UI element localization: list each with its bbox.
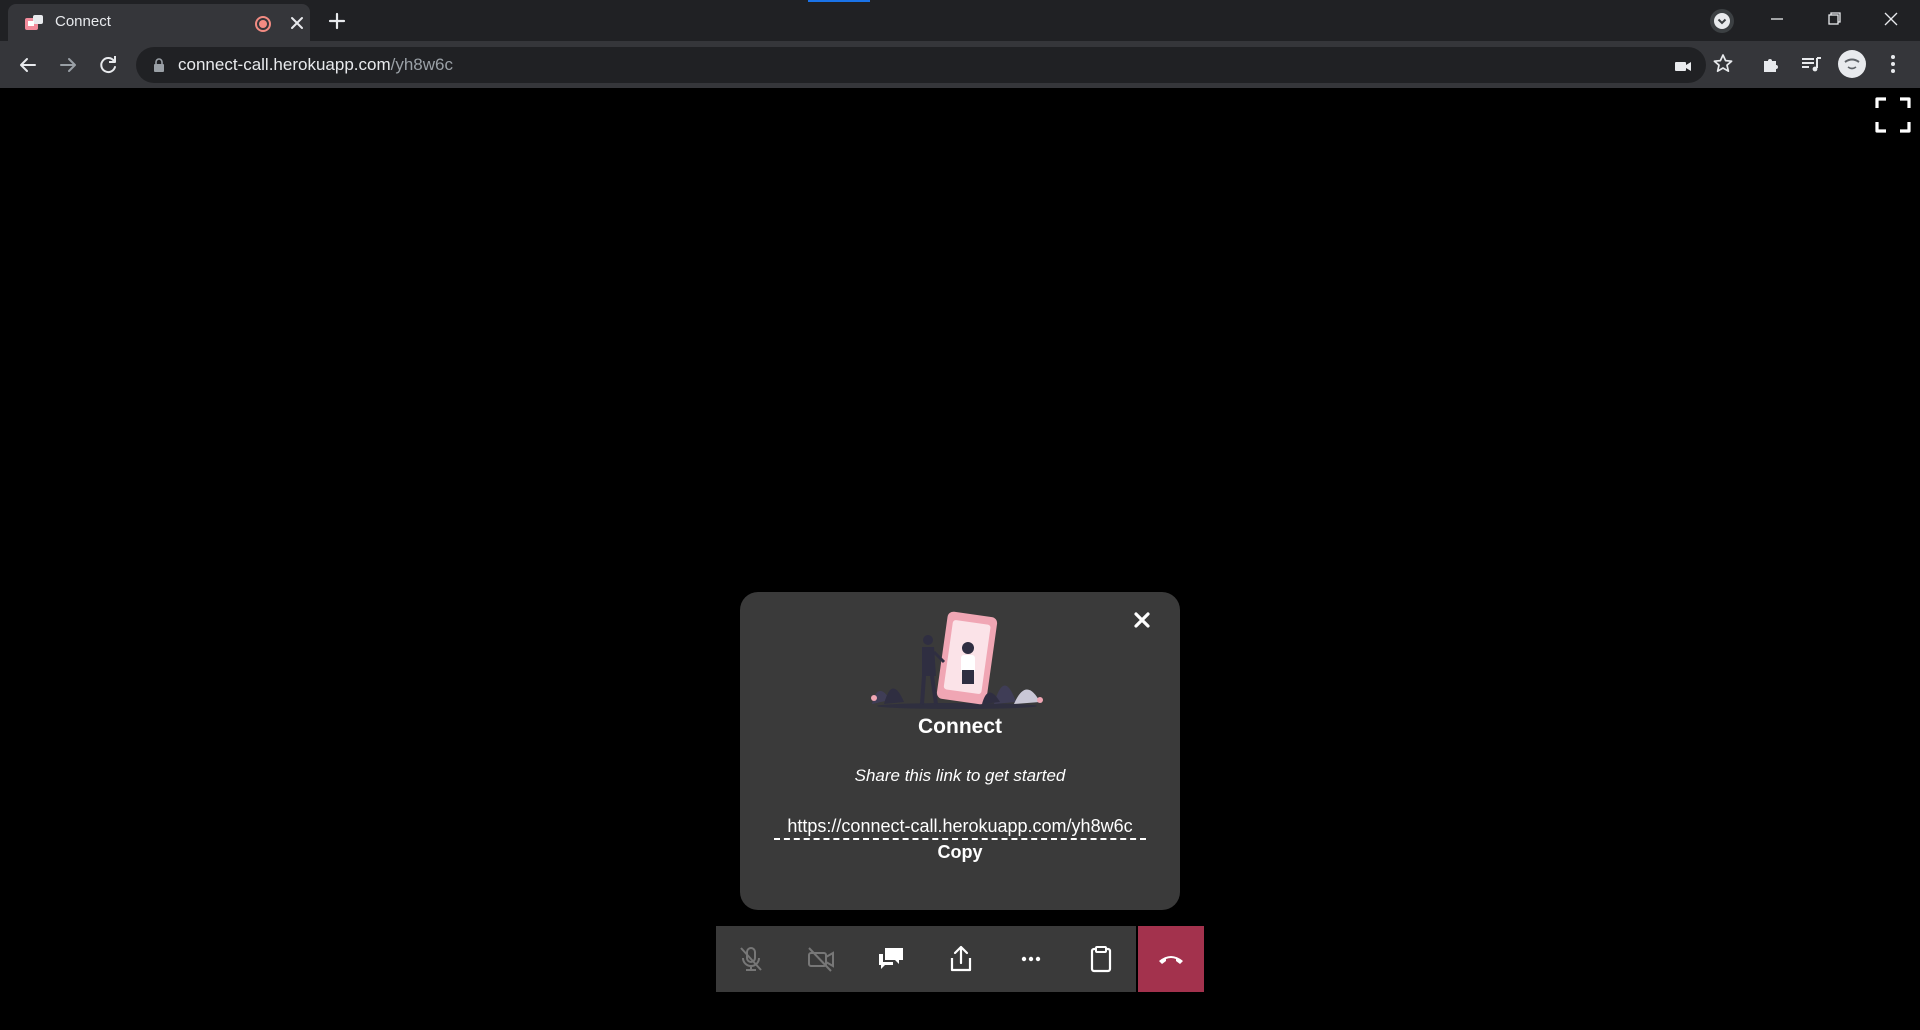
modal-subtitle: Share this link to get started [854,766,1066,785]
reload-icon[interactable] [94,51,122,79]
copy-link-button[interactable]: Copy [740,842,1180,863]
video-call-illustration [871,611,1043,709]
minimize-icon[interactable] [1752,4,1802,34]
restore-icon[interactable] [1809,4,1859,34]
video-call-page: Connect Share this link to get started h… [0,88,1920,1030]
back-arrow-icon[interactable] [14,51,42,79]
end-call-icon [1159,956,1183,964]
forward-arrow-icon[interactable] [54,51,82,79]
chat-button[interactable] [856,926,926,992]
browser-tab-connect[interactable]: Connect [8,4,310,41]
call-controls-bar [716,926,1204,992]
recording-indicator-icon [255,16,271,32]
browser-menu-icon[interactable] [1880,51,1906,77]
mic-off-icon [740,947,762,971]
more-icon [1021,956,1041,962]
chevron-down-icon [1714,13,1730,29]
media-controls-icon[interactable] [1798,51,1824,77]
chat-icon [879,948,903,969]
address-bar[interactable]: connect-call.herokuapp.com/yh8w6c [136,47,1706,83]
toggle-video-button[interactable] [786,926,856,992]
address-url: connect-call.herokuapp.com/yh8w6c [178,55,453,75]
new-tab-icon[interactable] [323,9,351,33]
more-options-button[interactable] [996,926,1066,992]
end-call-button[interactable] [1138,926,1204,992]
avatar-face-icon [1841,53,1863,75]
video-off-icon [808,947,834,972]
tab-search-button[interactable] [1710,9,1734,33]
address-host: connect-call.herokuapp.com [178,55,391,74]
connect-favicon-icon [25,15,43,30]
tab-close-icon[interactable] [287,13,307,33]
share-screen-button[interactable] [926,926,996,992]
modal-close-icon[interactable] [1130,608,1154,632]
fullscreen-icon[interactable] [1874,96,1912,134]
clipboard-button[interactable] [1066,926,1136,992]
clipboard-icon [1090,946,1112,973]
tab-title: Connect [55,13,111,30]
bookmark-star-icon[interactable] [1710,51,1736,77]
browser-toolbar: connect-call.herokuapp.com/yh8w6c [0,41,1920,88]
address-path: /yh8w6c [390,55,453,74]
camera-in-use-icon[interactable] [1672,55,1694,77]
share-screen-icon [950,945,972,972]
window-close-icon[interactable] [1866,4,1916,34]
share-link[interactable]: https://connect-call.herokuapp.com/yh8w6… [774,816,1146,840]
lock-icon [154,58,164,72]
profile-avatar[interactable] [1838,50,1866,78]
share-link-modal: Connect Share this link to get started h… [740,592,1180,910]
browser-tab-strip: Connect [0,0,1920,41]
tab-strip-accent [808,0,870,2]
extensions-puzzle-icon[interactable] [1758,51,1784,77]
mute-mic-button[interactable] [716,926,786,992]
modal-title: Connect [918,715,1002,738]
